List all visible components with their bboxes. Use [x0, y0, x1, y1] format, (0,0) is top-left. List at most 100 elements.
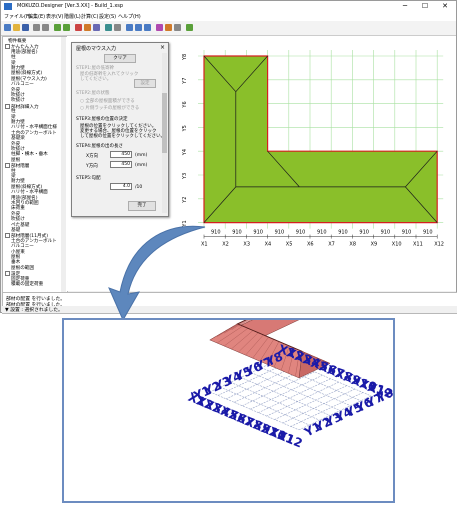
menu-calc[interactable]: 計算(C)	[81, 13, 98, 20]
dimension-label: 910	[359, 230, 369, 236]
dimension-label: 910	[381, 230, 391, 236]
maximize-button[interactable]: ☐	[418, 1, 432, 12]
grid-icon[interactable]	[114, 24, 121, 31]
tree-item[interactable]: 吹抜け	[11, 217, 25, 222]
expand-icon[interactable]	[5, 271, 10, 277]
zoom-fit-icon[interactable]	[144, 24, 151, 31]
tree-item[interactable]: ペた基礎	[11, 223, 29, 228]
redo-icon[interactable]	[42, 24, 49, 31]
view-3d-icon[interactable]	[156, 24, 163, 31]
radio-half-roof[interactable]: ○ 片側ラッチの屋根ができる	[80, 105, 139, 111]
menu-layer[interactable]: 階層(L)	[64, 13, 81, 20]
layer-up-icon[interactable]	[54, 24, 61, 31]
tree-item[interactable]: 基礎	[11, 228, 20, 233]
tree-item[interactable]: 基礎梁	[11, 136, 25, 141]
copy-icon[interactable]	[93, 24, 100, 31]
plan-x-label: X5	[286, 242, 293, 248]
tree-item-label: 柱脚・横木・垂木	[11, 152, 48, 158]
tree-item[interactable]: 耐力壁	[11, 179, 25, 184]
menu-help[interactable]: ヘルプ(H)	[118, 13, 141, 20]
step1-set-button[interactable]: 設定	[134, 79, 156, 88]
select-icon[interactable]	[105, 24, 112, 31]
tree-scrollbar[interactable]	[61, 37, 66, 292]
tree-item[interactable]: 吹抜け	[11, 98, 25, 103]
tree-item[interactable]: 物件概要	[8, 39, 26, 44]
expand-icon[interactable]	[5, 44, 10, 50]
tree-item[interactable]: バルコニー	[11, 244, 34, 249]
plan-x-label: X11	[413, 242, 423, 248]
grid-line-x	[250, 374, 323, 410]
minimize-button[interactable]: ─	[398, 1, 412, 12]
expand-icon[interactable]	[5, 103, 10, 109]
new-icon[interactable]	[4, 24, 11, 31]
radio-full-roof[interactable]: ○ 全部の屋根面積ができる	[80, 98, 135, 104]
finish-button[interactable]: 完了	[128, 201, 156, 211]
tree-item[interactable]: 床荷重	[11, 206, 25, 211]
tree-item[interactable]: 屋根	[11, 158, 20, 163]
check-icon[interactable]	[186, 24, 193, 31]
calculate-icon[interactable]	[165, 24, 172, 31]
tree-item[interactable]: 梁	[11, 115, 16, 120]
delete-icon[interactable]	[75, 24, 82, 31]
dimension-label: 910	[402, 230, 412, 236]
undo-icon[interactable]	[33, 24, 40, 31]
tree-item-label: 床荷重	[11, 206, 25, 212]
tree-item[interactable]: 柱脚・横木・垂木	[11, 152, 48, 157]
tree-item[interactable]: 屋根の範囲	[11, 266, 34, 271]
tree-item[interactable]: 梁	[11, 61, 16, 66]
tree-item[interactable]: 積載の固定荷重	[11, 282, 43, 287]
tree-item[interactable]: バルコニー	[11, 82, 34, 87]
tree-item[interactable]: 柱	[11, 169, 16, 174]
zoom-out-icon[interactable]	[135, 24, 142, 31]
close-button[interactable]: ✕	[438, 1, 452, 12]
plan-y-label: Y3	[182, 173, 188, 180]
zoom-in-icon[interactable]	[126, 24, 133, 31]
tree-item[interactable]: 用途(部屋名)	[11, 196, 38, 201]
tree-item[interactable]: ハリ付・水平構面	[11, 190, 48, 195]
expand-icon[interactable]	[5, 163, 10, 169]
x-direction-label: X方向	[86, 154, 99, 159]
tree-item[interactable]: 小屋束	[11, 250, 25, 255]
y-overhang-input[interactable]: 450	[110, 161, 132, 168]
print-icon[interactable]	[174, 24, 181, 31]
roof-input-dialog: 屋根のマウス入力 × クリア STEP1:屋の低寄幹 屋の低寄幹を入れてクリック…	[71, 42, 169, 217]
plan-x-label: X10	[392, 242, 402, 248]
tree-item[interactable]: 垂木	[11, 260, 20, 265]
tree-item[interactable]: ハリ付・水平構面仕様	[11, 125, 57, 130]
menu-view[interactable]: 表示(V)	[46, 13, 63, 20]
expand-icon[interactable]	[5, 233, 10, 239]
tree-item[interactable]: 外皮	[11, 142, 20, 147]
tree-item[interactable]: 外皮	[11, 88, 20, 93]
save-icon[interactable]	[22, 24, 29, 31]
menu-edit[interactable]: 編集(E)	[28, 13, 45, 20]
tree-item-label: バルコニー	[11, 82, 34, 88]
menu-file[interactable]: ファイル(F)	[4, 13, 31, 20]
step3-label: STEP3:屋根の位置の決定	[76, 117, 128, 122]
move-icon[interactable]	[84, 24, 91, 31]
tree-item[interactable]: 部材階層	[5, 163, 29, 169]
step1-label: STEP1:屋の低寄幹	[76, 66, 115, 71]
tree-item-label: ハリ付・水平構面	[11, 190, 48, 196]
tree-item-label: 小屋束	[11, 249, 25, 255]
tree-item-label: 物件概要	[8, 39, 27, 44]
clear-button[interactable]: クリア	[104, 54, 136, 63]
grid-line-x	[266, 381, 339, 417]
x-overhang-input[interactable]: 450	[110, 151, 132, 158]
tree-item-label: 柱	[11, 168, 16, 174]
dimension-label: 910	[338, 230, 348, 236]
tree-item[interactable]: 柱	[11, 109, 16, 114]
tree-item-label: 積載の固定荷重	[11, 282, 44, 287]
tree-item[interactable]: 柱	[11, 55, 16, 60]
tree-item-label: 屋根	[11, 157, 21, 163]
pitch-input[interactable]: 4.0	[110, 183, 132, 190]
open-icon[interactable]	[13, 24, 20, 31]
tree-item-label: 屋根の範囲	[11, 265, 34, 271]
menu-settings[interactable]: 設定(S)	[99, 13, 116, 20]
layer-down-icon[interactable]	[63, 24, 70, 31]
step5-label: STEP5:勾配	[76, 176, 101, 181]
dialog-close-icon[interactable]: ×	[160, 44, 165, 51]
tree-item[interactable]: 屋根(斜線方式)	[11, 71, 42, 76]
3d-roof-view[interactable]: X1X1X2X2X3X3X4X4X5X5X6X6X7X7X8X8X9X9X10X…	[64, 320, 393, 501]
dialog-scroll-thumb[interactable]	[162, 93, 167, 153]
tree-item[interactable]: 固定荷重	[11, 277, 29, 282]
